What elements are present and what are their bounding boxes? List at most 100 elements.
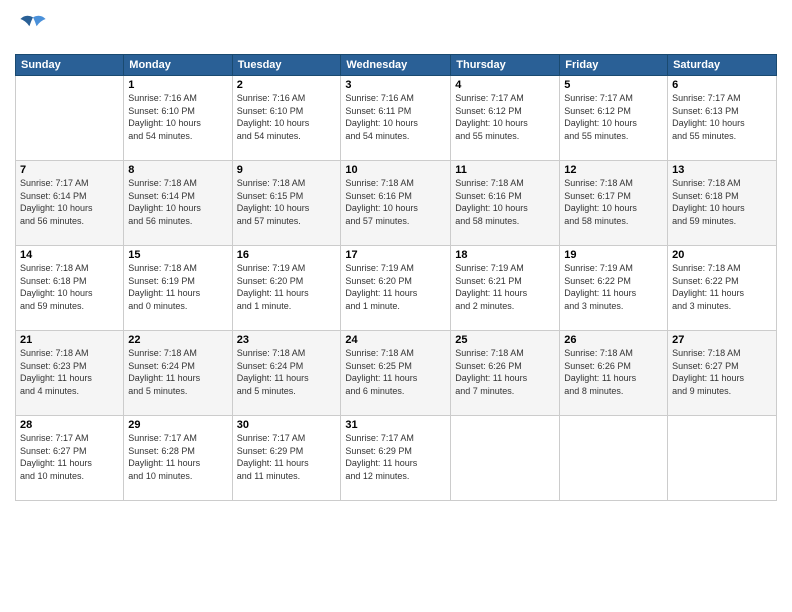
day-number: 8 [128, 164, 227, 176]
table-row: 12Sunrise: 7:18 AM Sunset: 6:17 PM Dayli… [560, 161, 668, 246]
day-number: 1 [128, 79, 227, 91]
table-row: 1Sunrise: 7:16 AM Sunset: 6:10 PM Daylig… [124, 76, 232, 161]
table-row: 23Sunrise: 7:18 AM Sunset: 6:24 PM Dayli… [232, 331, 341, 416]
table-row: 31Sunrise: 7:17 AM Sunset: 6:29 PM Dayli… [341, 416, 451, 501]
day-number: 13 [672, 164, 772, 176]
day-info: Sunrise: 7:18 AM Sunset: 6:15 PM Dayligh… [237, 177, 337, 227]
day-info: Sunrise: 7:19 AM Sunset: 6:20 PM Dayligh… [345, 262, 446, 312]
day-number: 21 [20, 334, 119, 346]
table-row [668, 416, 777, 501]
col-monday: Monday [124, 55, 232, 76]
day-number: 19 [564, 249, 663, 261]
day-info: Sunrise: 7:18 AM Sunset: 6:16 PM Dayligh… [345, 177, 446, 227]
day-info: Sunrise: 7:17 AM Sunset: 6:12 PM Dayligh… [455, 92, 555, 142]
table-row: 22Sunrise: 7:18 AM Sunset: 6:24 PM Dayli… [124, 331, 232, 416]
day-number: 6 [672, 79, 772, 91]
day-info: Sunrise: 7:18 AM Sunset: 6:24 PM Dayligh… [237, 347, 337, 397]
table-row: 9Sunrise: 7:18 AM Sunset: 6:15 PM Daylig… [232, 161, 341, 246]
header-row: Sunday Monday Tuesday Wednesday Thursday… [16, 55, 777, 76]
day-info: Sunrise: 7:17 AM Sunset: 6:12 PM Dayligh… [564, 92, 663, 142]
day-number: 18 [455, 249, 555, 261]
day-info: Sunrise: 7:16 AM Sunset: 6:10 PM Dayligh… [237, 92, 337, 142]
day-number: 16 [237, 249, 337, 261]
col-wednesday: Wednesday [341, 55, 451, 76]
day-number: 4 [455, 79, 555, 91]
day-number: 28 [20, 419, 119, 431]
day-info: Sunrise: 7:17 AM Sunset: 6:27 PM Dayligh… [20, 432, 119, 482]
day-number: 10 [345, 164, 446, 176]
day-info: Sunrise: 7:16 AM Sunset: 6:10 PM Dayligh… [128, 92, 227, 142]
header [15, 10, 777, 46]
table-row: 5Sunrise: 7:17 AM Sunset: 6:12 PM Daylig… [560, 76, 668, 161]
table-row: 3Sunrise: 7:16 AM Sunset: 6:11 PM Daylig… [341, 76, 451, 161]
table-row: 28Sunrise: 7:17 AM Sunset: 6:27 PM Dayli… [16, 416, 124, 501]
table-row: 13Sunrise: 7:18 AM Sunset: 6:18 PM Dayli… [668, 161, 777, 246]
table-row [16, 76, 124, 161]
table-row: 18Sunrise: 7:19 AM Sunset: 6:21 PM Dayli… [451, 246, 560, 331]
day-number: 20 [672, 249, 772, 261]
day-info: Sunrise: 7:18 AM Sunset: 6:17 PM Dayligh… [564, 177, 663, 227]
table-row: 27Sunrise: 7:18 AM Sunset: 6:27 PM Dayli… [668, 331, 777, 416]
week-row-2: 14Sunrise: 7:18 AM Sunset: 6:18 PM Dayli… [16, 246, 777, 331]
day-info: Sunrise: 7:17 AM Sunset: 6:29 PM Dayligh… [237, 432, 337, 482]
day-number: 2 [237, 79, 337, 91]
table-row: 8Sunrise: 7:18 AM Sunset: 6:14 PM Daylig… [124, 161, 232, 246]
day-number: 14 [20, 249, 119, 261]
day-number: 9 [237, 164, 337, 176]
day-number: 11 [455, 164, 555, 176]
table-row: 6Sunrise: 7:17 AM Sunset: 6:13 PM Daylig… [668, 76, 777, 161]
day-number: 22 [128, 334, 227, 346]
day-info: Sunrise: 7:19 AM Sunset: 6:22 PM Dayligh… [564, 262, 663, 312]
col-saturday: Saturday [668, 55, 777, 76]
table-row: 25Sunrise: 7:18 AM Sunset: 6:26 PM Dayli… [451, 331, 560, 416]
day-number: 27 [672, 334, 772, 346]
day-number: 3 [345, 79, 446, 91]
day-number: 17 [345, 249, 446, 261]
table-row: 19Sunrise: 7:19 AM Sunset: 6:22 PM Dayli… [560, 246, 668, 331]
day-info: Sunrise: 7:18 AM Sunset: 6:19 PM Dayligh… [128, 262, 227, 312]
table-row [560, 416, 668, 501]
day-number: 5 [564, 79, 663, 91]
day-number: 25 [455, 334, 555, 346]
week-row-0: 1Sunrise: 7:16 AM Sunset: 6:10 PM Daylig… [16, 76, 777, 161]
week-row-3: 21Sunrise: 7:18 AM Sunset: 6:23 PM Dayli… [16, 331, 777, 416]
col-friday: Friday [560, 55, 668, 76]
day-number: 12 [564, 164, 663, 176]
day-number: 31 [345, 419, 446, 431]
calendar-table: Sunday Monday Tuesday Wednesday Thursday… [15, 54, 777, 501]
table-row: 7Sunrise: 7:17 AM Sunset: 6:14 PM Daylig… [16, 161, 124, 246]
day-info: Sunrise: 7:18 AM Sunset: 6:14 PM Dayligh… [128, 177, 227, 227]
day-info: Sunrise: 7:18 AM Sunset: 6:16 PM Dayligh… [455, 177, 555, 227]
table-row: 15Sunrise: 7:18 AM Sunset: 6:19 PM Dayli… [124, 246, 232, 331]
day-info: Sunrise: 7:18 AM Sunset: 6:23 PM Dayligh… [20, 347, 119, 397]
table-row: 17Sunrise: 7:19 AM Sunset: 6:20 PM Dayli… [341, 246, 451, 331]
day-info: Sunrise: 7:17 AM Sunset: 6:13 PM Dayligh… [672, 92, 772, 142]
day-number: 24 [345, 334, 446, 346]
day-number: 23 [237, 334, 337, 346]
day-info: Sunrise: 7:19 AM Sunset: 6:20 PM Dayligh… [237, 262, 337, 312]
day-info: Sunrise: 7:17 AM Sunset: 6:29 PM Dayligh… [345, 432, 446, 482]
col-sunday: Sunday [16, 55, 124, 76]
table-row: 20Sunrise: 7:18 AM Sunset: 6:22 PM Dayli… [668, 246, 777, 331]
week-row-4: 28Sunrise: 7:17 AM Sunset: 6:27 PM Dayli… [16, 416, 777, 501]
table-row: 4Sunrise: 7:17 AM Sunset: 6:12 PM Daylig… [451, 76, 560, 161]
day-number: 29 [128, 419, 227, 431]
day-info: Sunrise: 7:18 AM Sunset: 6:26 PM Dayligh… [564, 347, 663, 397]
logo-icon [15, 10, 51, 46]
table-row: 26Sunrise: 7:18 AM Sunset: 6:26 PM Dayli… [560, 331, 668, 416]
day-info: Sunrise: 7:18 AM Sunset: 6:25 PM Dayligh… [345, 347, 446, 397]
day-info: Sunrise: 7:19 AM Sunset: 6:21 PM Dayligh… [455, 262, 555, 312]
table-row [451, 416, 560, 501]
day-info: Sunrise: 7:18 AM Sunset: 6:24 PM Dayligh… [128, 347, 227, 397]
logo [15, 10, 55, 46]
col-thursday: Thursday [451, 55, 560, 76]
table-row: 24Sunrise: 7:18 AM Sunset: 6:25 PM Dayli… [341, 331, 451, 416]
table-row: 14Sunrise: 7:18 AM Sunset: 6:18 PM Dayli… [16, 246, 124, 331]
page: Sunday Monday Tuesday Wednesday Thursday… [0, 0, 792, 612]
day-info: Sunrise: 7:18 AM Sunset: 6:27 PM Dayligh… [672, 347, 772, 397]
day-info: Sunrise: 7:18 AM Sunset: 6:18 PM Dayligh… [672, 177, 772, 227]
week-row-1: 7Sunrise: 7:17 AM Sunset: 6:14 PM Daylig… [16, 161, 777, 246]
table-row: 29Sunrise: 7:17 AM Sunset: 6:28 PM Dayli… [124, 416, 232, 501]
table-row: 21Sunrise: 7:18 AM Sunset: 6:23 PM Dayli… [16, 331, 124, 416]
day-number: 26 [564, 334, 663, 346]
